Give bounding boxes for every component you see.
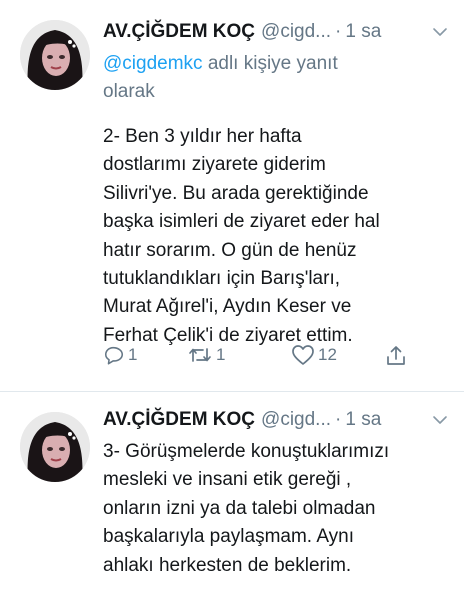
tweet-text-line: tutuklandıkları için Barış'ları,: [103, 268, 340, 290]
tweet-text-line: hatır sorarım. O gün de henüz: [103, 239, 357, 261]
tweet-text-line: mesleki ve insani etik gereği ,: [103, 469, 352, 491]
tweet-text-line: onların izni ya da talebi olmadan: [103, 497, 376, 519]
tweet-text-line: ahlakı herkesten de beklerim.: [103, 554, 352, 576]
tweet-content: AV.ÇİĞDEM KOÇ @cigd... · 1 sa 3- Görüşme…: [103, 404, 450, 580]
author-name[interactable]: AV.ÇİĞDEM KOÇ: [103, 21, 255, 43]
reply-mention-link[interactable]: @cigdemkc: [103, 53, 203, 74]
tweet-1[interactable]: AV.ÇİĞDEM KOÇ @cigd... · 1 sa @cigdemkc …: [0, 0, 464, 392]
author-handle[interactable]: @cigd...: [261, 21, 331, 43]
tweet-actions: 1 1 12: [103, 344, 423, 374]
reply-context: @cigdemkc adlı kişiye yanıt olarak: [103, 50, 383, 106]
like-button[interactable]: 12: [291, 344, 337, 366]
author-handle[interactable]: @cigd...: [261, 409, 331, 431]
chevron-down-icon[interactable]: [430, 22, 450, 42]
tweet-text-line: başka isimleri de ziyaret eder hal: [103, 211, 380, 233]
tweet-header: AV.ÇİĞDEM KOÇ @cigd... · 1 sa: [103, 404, 450, 436]
separator: ·: [335, 21, 342, 42]
author-name[interactable]: AV.ÇİĞDEM KOÇ: [103, 409, 255, 431]
tweet-text-line: 3- Görüşmelerde konuştuklarımızı: [103, 441, 390, 462]
share-icon: [384, 344, 408, 368]
retweet-icon: [187, 344, 213, 366]
avatar[interactable]: [20, 20, 90, 90]
tweet-content: AV.ÇİĞDEM KOÇ @cigd... · 1 sa @cigdemkc …: [103, 16, 450, 350]
chevron-down-icon[interactable]: [430, 410, 450, 430]
reply-count: 1: [128, 345, 138, 364]
tweet-text-line: 2- Ben 3 yıldır her hafta: [103, 126, 302, 147]
tweet-text-line: Silivri'ye. Bu arada gerektiğinde: [103, 182, 369, 204]
reply-button[interactable]: 1: [103, 344, 137, 366]
tweet-text-line: Murat Ağırel'i, Aydın Keser ve: [103, 296, 352, 318]
tweet-header: AV.ÇİĞDEM KOÇ @cigd... · 1 sa: [103, 16, 450, 48]
avatar[interactable]: [20, 412, 90, 482]
separator: ·: [335, 409, 342, 430]
tweet-text-line: başkalarıyla paylaşmam. Aynı: [103, 526, 354, 548]
reply-icon: [103, 344, 125, 366]
tweet-text-line: dostlarımı ziyarete giderim: [103, 154, 326, 176]
share-button[interactable]: [384, 344, 408, 368]
tweet-text: 2- Ben 3 yıldır her hafta dostlarımı ziy…: [103, 123, 450, 350]
timestamp[interactable]: 1 sa: [345, 409, 381, 431]
tweet-2[interactable]: AV.ÇİĞDEM KOÇ @cigd... · 1 sa 3- Görüşme…: [0, 392, 464, 601]
retweet-button[interactable]: 1: [187, 344, 225, 366]
like-count: 12: [318, 345, 337, 364]
tweet-text: 3- Görüşmelerde konuştuklarımızı mesleki…: [103, 438, 450, 580]
timestamp[interactable]: 1 sa: [345, 21, 381, 43]
retweet-count: 1: [216, 345, 226, 364]
like-icon: [291, 344, 315, 366]
